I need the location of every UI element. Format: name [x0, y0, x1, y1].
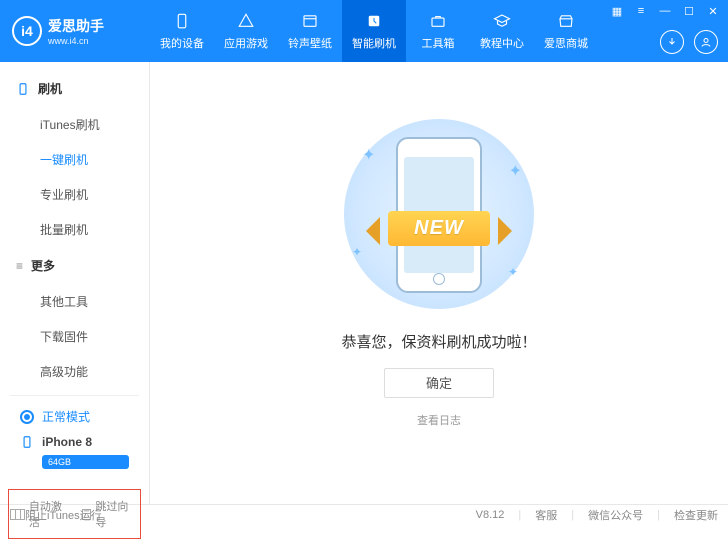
sidebar-item-oneclick[interactable]: 一键刷机	[0, 142, 149, 177]
tab-my-device[interactable]: 我的设备	[150, 0, 214, 62]
version-label: V8.12	[476, 509, 505, 521]
menu-icon[interactable]: ≡	[632, 4, 650, 18]
main-tabs: 我的设备 应用游戏 铃声壁纸 智能刷机 工具箱 教程中心 爱思商城	[150, 0, 598, 62]
sparkle-icon: ✦	[362, 145, 375, 165]
minimize-button[interactable]: —	[656, 4, 674, 18]
sidebar-item-batch[interactable]: 批量刷机	[0, 212, 149, 247]
storage-badge: 64GB	[42, 455, 129, 469]
success-illustration: ✦ ✦ ✦ ✦ NEW	[334, 119, 544, 309]
new-ribbon: NEW	[388, 211, 490, 246]
sparkle-icon: ✦	[508, 265, 518, 279]
sidebar-item-other[interactable]: 其他工具	[0, 284, 149, 319]
mode-dot-icon	[20, 410, 34, 424]
download-button[interactable]	[660, 30, 684, 54]
logo: i4 爱思助手 www.i4.cn	[0, 16, 150, 46]
tutorial-icon	[492, 11, 512, 31]
tab-tutorial[interactable]: 教程中心	[470, 0, 534, 62]
flash-icon	[364, 11, 384, 31]
wechat-link[interactable]: 微信公众号	[588, 507, 643, 523]
sidebar: 刷机 iTunes刷机 一键刷机 专业刷机 批量刷机 ≡更多 其他工具 下载固件…	[0, 62, 150, 504]
checkbox-block-itunes[interactable]: 阻止iTunes运行	[10, 507, 102, 523]
toolbox-icon	[428, 11, 448, 31]
store-icon	[556, 11, 576, 31]
success-message: 恭喜您，保资料刷机成功啦！	[341, 331, 536, 352]
sidebar-group-flash: 刷机	[0, 70, 149, 107]
tab-media[interactable]: 铃声壁纸	[278, 0, 342, 62]
window-controls: ▦ ≡ — ☐ ✕	[608, 4, 722, 18]
layout-icon[interactable]: ▦	[608, 4, 626, 18]
view-log-link[interactable]: 查看日志	[417, 412, 461, 428]
tab-store[interactable]: 爱思商城	[534, 0, 598, 62]
apps-icon	[236, 11, 256, 31]
support-link[interactable]: 客服	[535, 507, 557, 523]
tab-apps[interactable]: 应用游戏	[214, 0, 278, 62]
device-row[interactable]: iPhone 8	[20, 429, 129, 455]
sparkle-icon: ✦	[509, 161, 522, 181]
logo-url: www.i4.cn	[48, 36, 104, 46]
update-link[interactable]: 检查更新	[674, 507, 718, 523]
sidebar-group-more: ≡更多	[0, 247, 149, 284]
close-button[interactable]: ✕	[704, 4, 722, 18]
tab-tools[interactable]: 工具箱	[406, 0, 470, 62]
title-bar: i4 爱思助手 www.i4.cn 我的设备 应用游戏 铃声壁纸 智能刷机 工具…	[0, 0, 728, 62]
logo-icon: i4	[12, 16, 42, 46]
mode-row[interactable]: 正常模式	[20, 404, 129, 429]
maximize-button[interactable]: ☐	[680, 4, 698, 18]
logo-name: 爱思助手	[48, 16, 104, 36]
tab-flash[interactable]: 智能刷机	[342, 0, 406, 62]
media-icon	[300, 11, 320, 31]
user-button[interactable]	[694, 30, 718, 54]
ok-button[interactable]: 确定	[384, 368, 494, 398]
sidebar-item-download[interactable]: 下载固件	[0, 319, 149, 354]
device-icon	[172, 11, 192, 31]
sidebar-item-pro[interactable]: 专业刷机	[0, 177, 149, 212]
main-panel: ✦ ✦ ✦ ✦ NEW 恭喜您，保资料刷机成功啦！ 确定 查看日志	[150, 62, 728, 504]
sidebar-item-itunes[interactable]: iTunes刷机	[0, 107, 149, 142]
sidebar-item-advanced[interactable]: 高级功能	[0, 354, 149, 389]
